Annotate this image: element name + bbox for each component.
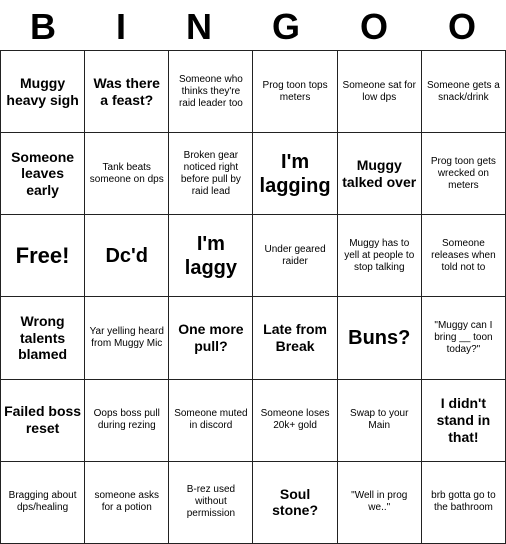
cell-12[interactable]: Free! (1, 215, 85, 297)
cell-5[interactable]: Someone gets a snack/drink (422, 51, 506, 133)
cell-20[interactable]: One more pull? (169, 297, 253, 379)
cell-26[interactable]: Someone muted in discord (169, 380, 253, 462)
cell-15[interactable]: Under geared raider (253, 215, 337, 297)
title-letter-i: I (98, 6, 144, 48)
cell-8[interactable]: Broken gear noticed right before pull by… (169, 133, 253, 215)
cell-7[interactable]: Tank beats someone on dps (85, 133, 169, 215)
title-letter-g: G (254, 6, 318, 48)
cell-16[interactable]: Muggy has to yell at people to stop talk… (338, 215, 422, 297)
cell-1[interactable]: Was there a feast? (85, 51, 169, 133)
cell-4[interactable]: Someone sat for low dps (338, 51, 422, 133)
cell-13[interactable]: Dc'd (85, 215, 169, 297)
cell-10[interactable]: Muggy talked over (338, 133, 422, 215)
title-letter-o1: O (342, 6, 406, 48)
cell-17[interactable]: Someone releases when told not to (422, 215, 506, 297)
cell-9[interactable]: I'm lagging (253, 133, 337, 215)
cell-22[interactable]: Buns? (338, 297, 422, 379)
cell-35[interactable]: brb gotta go to the bathroom (422, 462, 506, 544)
cell-34[interactable]: "Well in prog we.." (338, 462, 422, 544)
cell-23[interactable]: "Muggy can I bring __ toon today?" (422, 297, 506, 379)
cell-11[interactable]: Prog toon gets wrecked on meters (422, 133, 506, 215)
cell-27[interactable]: Someone loses 20k+ gold (253, 380, 337, 462)
cell-25[interactable]: Oops boss pull during rezing (85, 380, 169, 462)
cell-29[interactable]: I didn't stand in that! (422, 380, 506, 462)
cell-19[interactable]: Yar yelling heard from Muggy Mic (85, 297, 169, 379)
cell-30[interactable]: Bragging about dps/healing (1, 462, 85, 544)
cell-32[interactable]: B-rez used without permission (169, 462, 253, 544)
bingo-title: B I N G O O (0, 0, 506, 50)
cell-33[interactable]: Soul stone? (253, 462, 337, 544)
cell-14[interactable]: I'm laggy (169, 215, 253, 297)
cell-3[interactable]: Prog toon tops meters (253, 51, 337, 133)
cell-21[interactable]: Late from Break (253, 297, 337, 379)
cell-28[interactable]: Swap to your Main (338, 380, 422, 462)
cell-18[interactable]: Wrong talents blamed (1, 297, 85, 379)
title-letter-n: N (168, 6, 230, 48)
cell-0[interactable]: Muggy heavy sigh (1, 51, 85, 133)
bingo-grid: Muggy heavy sighWas there a feast?Someon… (0, 50, 506, 544)
cell-6[interactable]: Someone leaves early (1, 133, 85, 215)
title-letter-o2: O (430, 6, 494, 48)
cell-24[interactable]: Failed boss reset (1, 380, 85, 462)
cell-31[interactable]: someone asks for a potion (85, 462, 169, 544)
cell-2[interactable]: Someone who thinks they're raid leader t… (169, 51, 253, 133)
title-letter-b: B (12, 6, 74, 48)
